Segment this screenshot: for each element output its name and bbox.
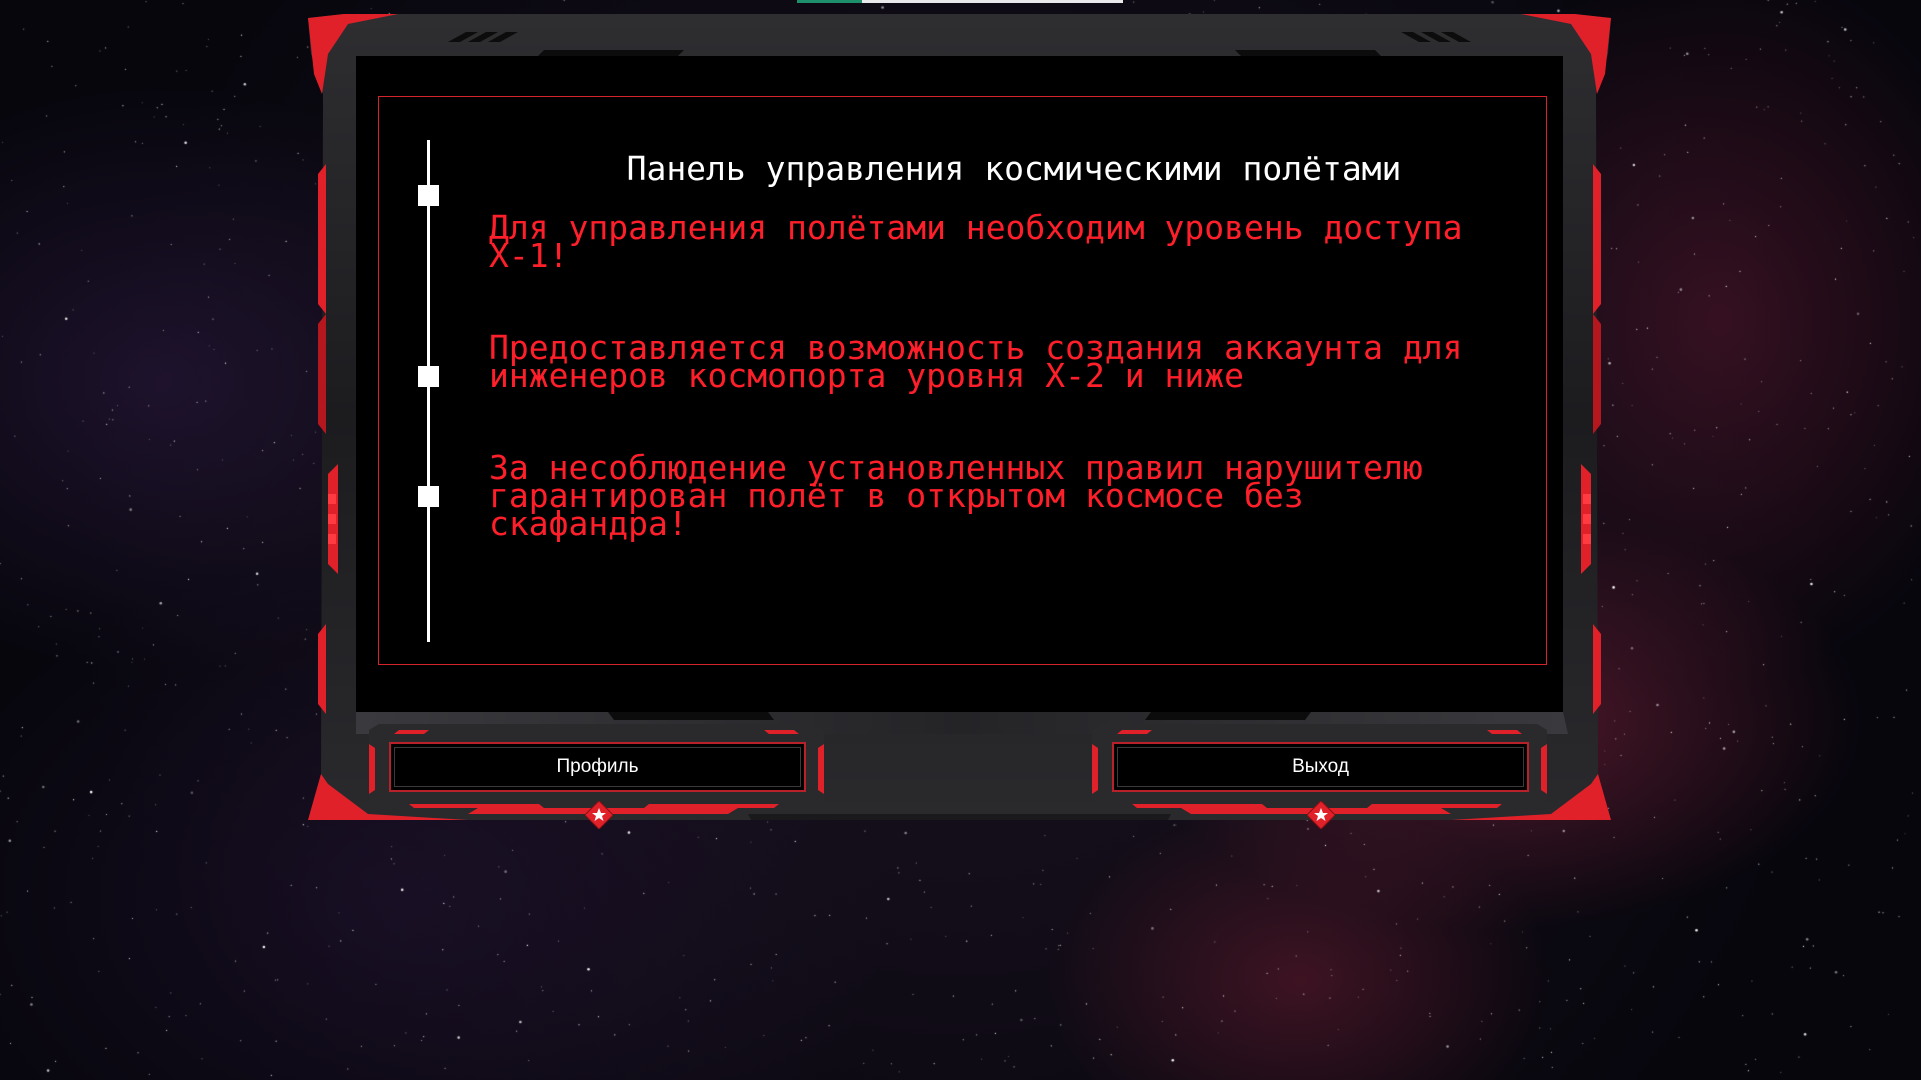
- timeline-marker-3: [418, 486, 439, 507]
- panel-title: Панель управления космическими полётами: [626, 149, 1402, 188]
- top-accent-bar: [797, 0, 1123, 3]
- main-screen: Панель управления космическими полётами …: [356, 56, 1563, 712]
- logout-button-holder: Выход: [1092, 724, 1547, 808]
- logout-button[interactable]: Выход: [1112, 742, 1529, 792]
- timeline-marker-2: [418, 366, 439, 387]
- profile-button-holder: Профиль: [369, 724, 824, 808]
- notice-rules-warning: За несоблюдение установленных правил нар…: [489, 448, 1423, 543]
- notice-access-level: Для управления полётами необходим уровен…: [489, 208, 1463, 275]
- profile-button[interactable]: Профиль: [389, 742, 806, 792]
- timeline-line: [427, 140, 430, 642]
- notice-account-creation: Предоставляется возможность создания акк…: [489, 328, 1463, 395]
- star-icon: [1307, 801, 1335, 829]
- star-icon: [585, 801, 613, 829]
- control-panel-frame: Панель управления космическими полётами …: [308, 14, 1611, 824]
- timeline-marker-1: [418, 185, 439, 206]
- screen-inner-border: Панель управления космическими полётами …: [378, 96, 1547, 665]
